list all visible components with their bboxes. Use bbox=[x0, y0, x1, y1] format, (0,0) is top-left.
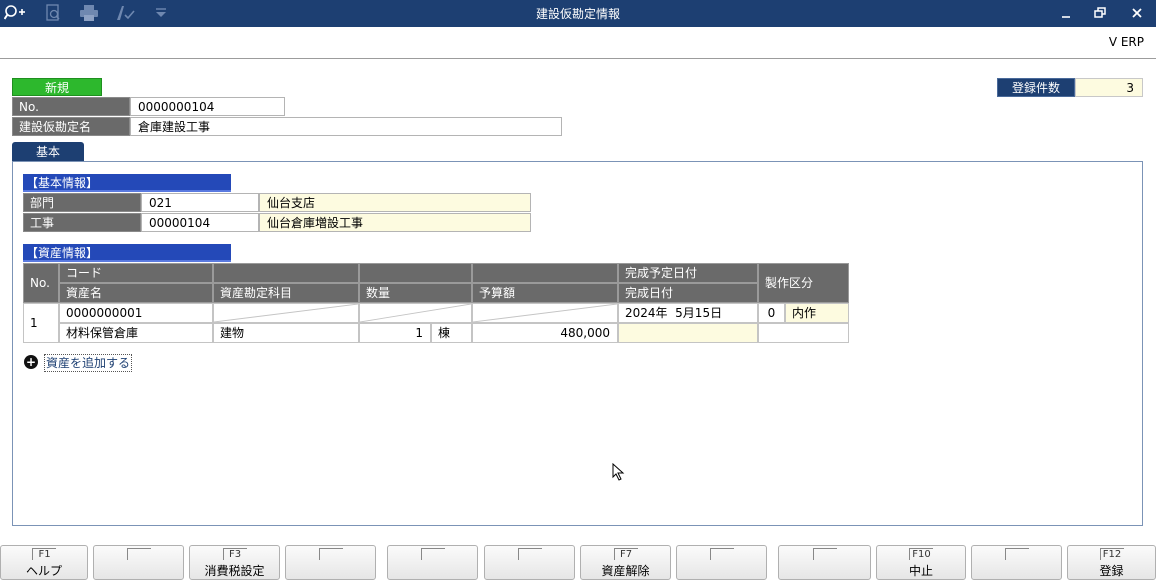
f3-tax-settings-button[interactable]: F3 消費税設定 bbox=[189, 545, 280, 580]
fkey-code bbox=[812, 548, 837, 560]
project-code-field[interactable]: 00000104 bbox=[141, 213, 259, 232]
plus-circle-icon: + bbox=[24, 355, 38, 369]
cell-empty-2 bbox=[359, 303, 472, 323]
mode-badge: 新規 bbox=[12, 78, 102, 96]
unit-field[interactable]: 棟 bbox=[431, 323, 472, 343]
quantity-field[interactable]: 1 bbox=[359, 323, 431, 343]
brand-name: V ERP bbox=[1108, 35, 1144, 49]
f12-register-button[interactable]: F12 登録 bbox=[1067, 545, 1156, 580]
fkey-label: ヘルプ bbox=[25, 564, 62, 578]
dept-label: 部門 bbox=[23, 193, 141, 212]
no-field[interactable]: 0000000104 bbox=[130, 97, 285, 116]
fkey-code bbox=[420, 548, 445, 560]
name-label: 建設仮勘定名 bbox=[12, 117, 130, 136]
f7-release-asset-button[interactable]: F7 資産解除 bbox=[580, 545, 671, 580]
basic-info-header: 【基本情報】 bbox=[23, 174, 231, 192]
fkey-code: F10 bbox=[909, 548, 933, 560]
col-header-no: No. bbox=[23, 263, 59, 303]
fkey-code: F7 bbox=[613, 548, 638, 560]
asset-code-field[interactable]: 0000000001 bbox=[59, 303, 213, 323]
col-header-blank-3 bbox=[472, 263, 618, 283]
col-header-production-type: 製作区分 bbox=[758, 263, 849, 303]
f1-help-button[interactable]: F1 ヘルプ bbox=[0, 545, 88, 580]
count-label: 登録件数 bbox=[997, 78, 1075, 97]
f11-button[interactable] bbox=[971, 545, 1062, 580]
fkey-code: F3 bbox=[222, 548, 247, 560]
col-header-completion-date: 完成日付 bbox=[618, 283, 758, 303]
tab-basic[interactable]: 基本 bbox=[12, 142, 84, 162]
f9-button[interactable] bbox=[778, 545, 871, 580]
brand-bar: V ERP bbox=[0, 27, 1156, 59]
col-header-budget: 予算額 bbox=[472, 283, 618, 303]
col-header-account: 資産勘定科目 bbox=[213, 283, 359, 303]
fkey-label: 登録 bbox=[1099, 564, 1124, 578]
fkey-code bbox=[709, 548, 734, 560]
title-bar: 建設仮勘定情報 bbox=[0, 0, 1156, 27]
name-field[interactable]: 倉庫建設工事 bbox=[130, 117, 562, 136]
asset-name-field[interactable]: 材料保管倉庫 bbox=[59, 323, 213, 343]
fkey-label: 消費税設定 bbox=[204, 564, 265, 578]
f6-button[interactable] bbox=[484, 545, 575, 580]
fkey-code: F1 bbox=[32, 548, 56, 560]
minimize-icon[interactable] bbox=[1056, 3, 1076, 23]
f4-button[interactable] bbox=[285, 545, 376, 580]
col-header-blank-2 bbox=[359, 263, 472, 283]
close-icon[interactable] bbox=[1127, 3, 1147, 23]
col-header-blank-1 bbox=[213, 263, 359, 283]
account-field[interactable]: 建物 bbox=[213, 323, 359, 343]
col-header-code: コード bbox=[59, 263, 213, 283]
f5-button[interactable] bbox=[387, 545, 478, 580]
dept-name: 仙台支店 bbox=[259, 193, 531, 212]
f8-button[interactable] bbox=[676, 545, 767, 580]
add-asset-link[interactable]: 資産を追加する bbox=[44, 354, 133, 372]
fkey-code bbox=[1004, 548, 1029, 560]
production-name: 内作 bbox=[785, 303, 849, 323]
window-title: 建設仮勘定情報 bbox=[535, 7, 620, 21]
col-header-quantity: 数量 bbox=[359, 283, 472, 303]
project-name: 仙台倉庫増設工事 bbox=[259, 213, 531, 232]
no-label: No. bbox=[12, 97, 130, 116]
completion-date bbox=[618, 323, 758, 343]
row-no: 1 bbox=[23, 303, 59, 343]
fkey-label: 中止 bbox=[908, 564, 933, 578]
col-header-planned-date: 完成予定日付 bbox=[618, 263, 758, 283]
cell-empty-4 bbox=[758, 323, 849, 343]
count-value: 3 bbox=[1075, 78, 1143, 97]
fkey-code bbox=[517, 548, 542, 560]
project-label: 工事 bbox=[23, 213, 141, 232]
col-header-asset-name: 資産名 bbox=[59, 283, 213, 303]
fkey-label: 資産解除 bbox=[601, 564, 650, 578]
cell-empty-3 bbox=[472, 303, 618, 323]
f2-button[interactable] bbox=[93, 545, 184, 580]
planned-date-field[interactable]: 2024年 5月15日 bbox=[618, 303, 758, 323]
fkey-code bbox=[318, 548, 343, 560]
f10-cancel-button[interactable]: F10 中止 bbox=[876, 545, 966, 580]
restore-icon[interactable] bbox=[1090, 3, 1110, 23]
fkey-code bbox=[126, 548, 151, 560]
budget-field[interactable]: 480,000 bbox=[472, 323, 618, 343]
mouse-cursor-icon bbox=[612, 463, 625, 481]
dept-code-field[interactable]: 021 bbox=[141, 193, 259, 212]
fkey-code: F12 bbox=[1099, 548, 1124, 560]
asset-info-header: 【資産情報】 bbox=[23, 244, 231, 262]
cell-empty-1 bbox=[213, 303, 359, 323]
production-code-field[interactable]: 0 bbox=[758, 303, 785, 323]
